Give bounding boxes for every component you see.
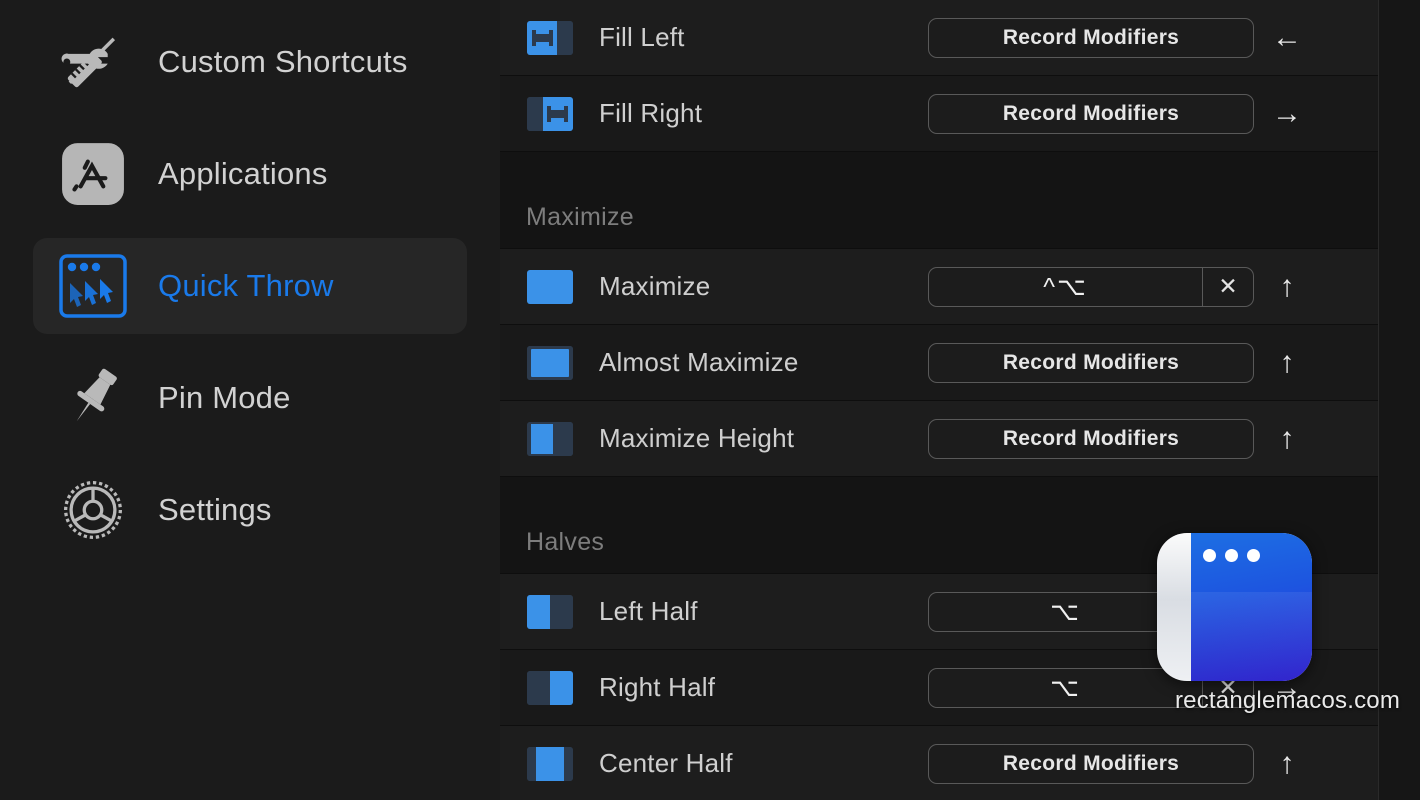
direction-arrow-icon: ↑ [1279, 345, 1295, 379]
shortcut-row-label: Almost Maximize [599, 347, 799, 377]
record-modifiers-button[interactable]: Record Modifiers [928, 418, 1254, 459]
direction-arrow-icon: ↑ [1279, 746, 1295, 780]
sidebar-item-label: Quick Throw [158, 268, 334, 303]
record-modifiers-button[interactable]: Record Modifiers [928, 342, 1254, 383]
shortcut-row-label: Center Half [599, 748, 733, 778]
shortcut-row: Maximize ^⌥ ✕ ↑ [500, 249, 1378, 325]
shortcut-control: Record Modifiers [928, 342, 1254, 383]
fill-left-icon [527, 20, 573, 55]
shortcut-field[interactable]: ⌥ [928, 667, 1202, 708]
almost-maximize-icon [527, 345, 573, 380]
sidebar: Custom Shortcuts Applications Quick Thro… [0, 0, 500, 800]
shortcut-row-label: Fill Right [599, 98, 703, 128]
app-store-icon [54, 135, 132, 213]
shortcut-row-label: Maximize [599, 271, 711, 301]
direction-arrow-icon: → [1272, 96, 1302, 130]
shortcut-row: Maximize Height Record Modifiers ↑ [500, 401, 1378, 477]
clear-shortcut-button[interactable]: ✕ [1202, 266, 1254, 307]
shortcut-row: Fill Left Record Modifiers ← [500, 0, 1378, 76]
shortcut-row-label: Fill Left [599, 22, 685, 52]
shortcut-list-panel: Fill Left Record Modifiers ← Fill Right Rec… [500, 0, 1420, 800]
shortcut-control: ⌥ ✕ [928, 667, 1254, 708]
shortcut-row-label: Maximize Height [599, 423, 795, 453]
sidebar-item-label: Settings [158, 492, 272, 527]
left-half-icon [527, 594, 573, 629]
shortcut-row: Almost Maximize Record Modifiers ↑ [500, 325, 1378, 401]
maximize-icon [527, 269, 573, 304]
sidebar-item-label: Pin Mode [158, 380, 291, 415]
record-modifiers-button[interactable]: Record Modifiers [928, 93, 1254, 134]
section-header-label: Halves [526, 528, 605, 556]
shortcut-row-label: Right Half [599, 672, 716, 702]
shortcut-row: Fill Right Record Modifiers → [500, 76, 1378, 152]
shortcut-control: ⌥ ✕ [928, 591, 1254, 632]
list-right-divider [1378, 0, 1379, 800]
direction-arrow-icon: ← [1272, 20, 1302, 54]
shortcut-control: Record Modifiers [928, 743, 1254, 784]
sidebar-item-quick-throw[interactable]: Quick Throw [33, 238, 467, 334]
right-gutter [1379, 0, 1420, 800]
sidebar-item-label: Applications [158, 156, 328, 191]
clear-shortcut-button[interactable]: ✕ [1202, 667, 1254, 708]
shortcut-row: Right Half ⌥ ✕ → [500, 650, 1378, 726]
section-header: Maximize [500, 152, 1378, 249]
sidebar-item-label: Custom Shortcuts [158, 44, 408, 79]
clear-shortcut-button[interactable]: ✕ [1202, 591, 1254, 632]
direction-arrow-icon: ↑ [1279, 269, 1295, 303]
rectangle-preferences-window: Custom Shortcuts Applications Quick Thro… [0, 0, 1420, 800]
direction-arrow-icon: ↑ [1279, 421, 1295, 455]
shortcut-control: ^⌥ ✕ [928, 266, 1254, 307]
shortcut-list: Fill Left Record Modifiers ← Fill Right Rec… [500, 0, 1378, 800]
sidebar-item-settings[interactable]: Settings [33, 462, 467, 558]
direction-arrow-icon: → [1272, 670, 1302, 704]
shortcut-field[interactable]: ⌥ [928, 591, 1202, 632]
section-header-label: Maximize [526, 203, 634, 231]
shortcut-field[interactable]: ^⌥ [928, 266, 1202, 307]
shortcut-row: Left Half ⌥ ✕ ← [500, 574, 1378, 650]
record-modifiers-button[interactable]: Record Modifiers [928, 17, 1254, 58]
center-half-icon [527, 746, 573, 781]
gear-icon [54, 471, 132, 549]
shortcut-row: Center Half Record Modifiers ↑ [500, 726, 1378, 800]
fill-right-icon [527, 96, 573, 131]
pushpin-icon [54, 359, 132, 437]
sidebar-item-pin-mode[interactable]: Pin Mode [33, 350, 467, 446]
sidebar-item-custom-shortcuts[interactable]: Custom Shortcuts [33, 14, 467, 110]
section-header: Halves [500, 477, 1378, 574]
shortcut-control: Record Modifiers [928, 93, 1254, 134]
shortcut-row-label: Left Half [599, 596, 698, 626]
shortcut-control: Record Modifiers [928, 418, 1254, 459]
record-modifiers-button[interactable]: Record Modifiers [928, 743, 1254, 784]
maximize-height-icon [527, 421, 573, 456]
direction-arrow-icon: ← [1272, 594, 1302, 628]
shortcut-control: Record Modifiers [928, 17, 1254, 58]
right-half-icon [527, 670, 573, 705]
sidebar-item-applications[interactable]: Applications [33, 126, 467, 222]
quick-throw-icon [54, 247, 132, 325]
ruler-wrench-icon [54, 23, 132, 101]
